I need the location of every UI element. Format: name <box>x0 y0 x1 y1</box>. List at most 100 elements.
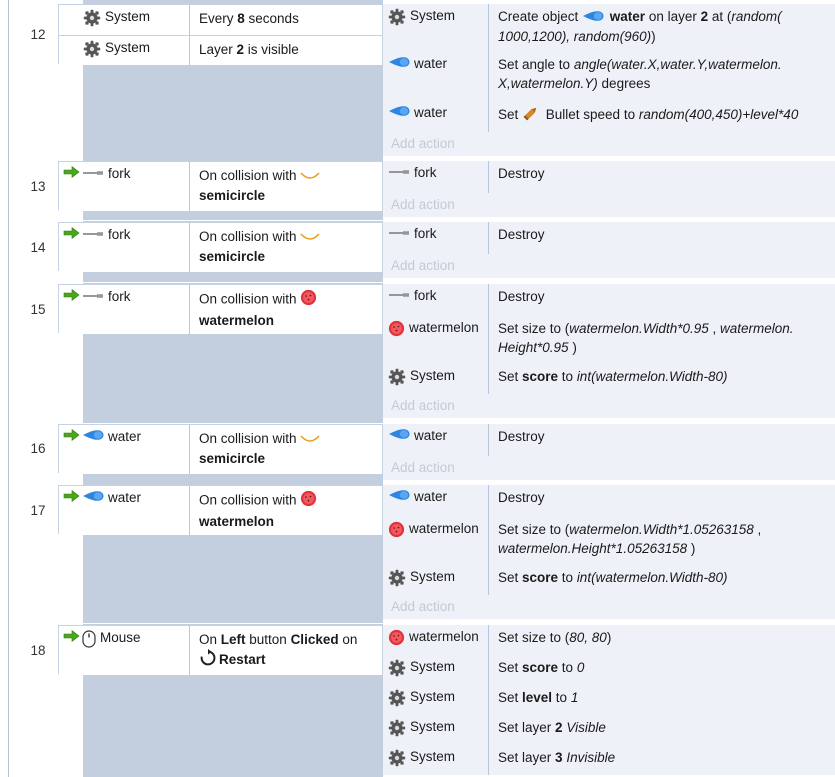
add-action-link[interactable]: Add action <box>383 394 835 418</box>
condition-row[interactable]: Mouse On Left button Clicked on Restart <box>59 626 382 675</box>
condition-row[interactable]: fork On collision with semicircle <box>59 223 382 272</box>
action-description[interactable]: Set Bullet speed to random(400,450)+leve… <box>489 101 835 132</box>
action-object[interactable]: System <box>383 715 489 745</box>
action-object[interactable]: System <box>383 364 489 394</box>
action-object[interactable]: System <box>383 745 489 775</box>
action-description[interactable]: Set size to (watermelon.Width*1.05263158… <box>489 517 835 565</box>
text: Set angle to <box>498 57 574 72</box>
action-object[interactable]: System <box>383 565 489 595</box>
text-line: Restart <box>199 649 382 672</box>
condition-description[interactable]: Every 8 seconds <box>190 5 382 35</box>
action-description[interactable]: Set angle to angle(water.X,water.Y,water… <box>489 52 835 101</box>
condition-description[interactable]: On collision with semicircle <box>190 425 382 474</box>
condition-object[interactable]: fork <box>59 223 190 272</box>
condition-row[interactable]: System Layer 2 is visible <box>59 35 382 65</box>
action-row[interactable]: System Set score to int(watermelon.Width-… <box>383 565 835 595</box>
condition-block[interactable]: fork On collision with semicircle <box>58 222 383 272</box>
condition-block[interactable]: fork On collision with watermelon <box>58 284 383 334</box>
action-row[interactable]: water Destroy <box>383 424 835 456</box>
action-description[interactable]: Create object water on layer 2 at (rando… <box>489 4 835 52</box>
condition-object[interactable]: System <box>59 36 190 65</box>
action-description[interactable]: Destroy <box>489 485 835 517</box>
condition-block[interactable]: Mouse On Left button Clicked on Restart <box>58 625 383 675</box>
condition-object[interactable]: water <box>59 486 190 535</box>
action-row[interactable]: water Set Bullet speed to random(400,450)… <box>383 101 835 132</box>
condition-row[interactable]: water On collision with semicircle <box>59 425 382 474</box>
action-row[interactable]: System Set level to 1 <box>383 685 835 715</box>
condition-object[interactable]: fork <box>59 162 190 211</box>
event-number[interactable]: 15 <box>20 302 56 317</box>
action-description[interactable]: Set size to (watermelon.Width*0.95 , wat… <box>489 316 835 364</box>
action-row[interactable]: fork Destroy <box>383 284 835 316</box>
action-description[interactable]: Destroy <box>489 161 835 193</box>
action-object[interactable]: fork <box>383 161 489 193</box>
event-number[interactable]: 16 <box>20 441 56 456</box>
event-number[interactable]: 13 <box>20 179 56 194</box>
water-drop-icon <box>582 8 604 27</box>
action-row[interactable]: watermelon Set size to (watermelon.Width*… <box>383 517 835 565</box>
action-object[interactable]: watermelon <box>383 625 489 655</box>
condition-description[interactable]: On Left button Clicked on Restart <box>190 626 382 675</box>
condition-description[interactable]: On collision with semicircle <box>190 162 382 211</box>
condition-block[interactable]: water On collision with semicircle <box>58 424 383 474</box>
action-row[interactable]: fork Destroy <box>383 161 835 193</box>
action-description[interactable]: Set level to 1 <box>489 685 835 715</box>
action-description[interactable]: Set score to int(watermelon.Width-80) <box>489 364 835 394</box>
action-row[interactable]: System Set score to int(watermelon.Width-… <box>383 364 835 394</box>
action-description[interactable]: Set layer 3 Invisible <box>489 745 835 775</box>
action-description[interactable]: Destroy <box>489 284 835 316</box>
add-action-link[interactable]: Add action <box>383 456 835 480</box>
condition-row[interactable]: fork On collision with watermelon <box>59 285 382 334</box>
condition-description[interactable]: On collision with watermelon <box>190 285 382 334</box>
action-row[interactable]: watermelon Set size to (80, 80) <box>383 625 835 655</box>
action-row[interactable]: System Set layer 3 Invisible <box>383 745 835 775</box>
action-description[interactable]: Set size to (80, 80) <box>489 625 835 655</box>
object-name: water <box>414 105 448 120</box>
event-number[interactable]: 18 <box>20 643 56 658</box>
condition-description[interactable]: On collision with watermelon <box>190 486 382 535</box>
action-row[interactable]: water Destroy <box>383 485 835 517</box>
condition-object[interactable]: System <box>59 5 190 35</box>
event-number[interactable]: 14 <box>20 240 56 255</box>
text: Set <box>498 570 523 585</box>
action-row[interactable]: watermelon Set size to (watermelon.Width*… <box>383 316 835 364</box>
condition-block[interactable]: fork On collision with semicircle <box>58 161 383 211</box>
action-object[interactable]: water <box>383 485 489 517</box>
action-object[interactable]: System <box>383 685 489 715</box>
condition-block[interactable]: System Every 8 seconds System Layer 2 is vi… <box>58 4 383 65</box>
action-row[interactable]: water Set angle to angle(water.X,water.Y,… <box>383 52 835 101</box>
add-action-link[interactable]: Add action <box>383 595 835 619</box>
action-row[interactable]: System Create object water on layer 2 at … <box>383 4 835 52</box>
action-object[interactable]: water <box>383 101 489 132</box>
condition-row[interactable]: water On collision with watermelon <box>59 486 382 535</box>
event-number[interactable]: 12 <box>20 27 56 42</box>
action-object[interactable]: fork <box>383 284 489 316</box>
condition-row[interactable]: fork On collision with semicircle <box>59 162 382 211</box>
event-number[interactable]: 17 <box>20 503 56 518</box>
action-object[interactable]: water <box>383 52 489 101</box>
action-description[interactable]: Set score to int(watermelon.Width-80) <box>489 565 835 595</box>
action-object[interactable]: System <box>383 4 489 52</box>
action-description[interactable]: Set layer 2 Visible <box>489 715 835 745</box>
action-row[interactable]: System Set layer 2 Visible <box>383 715 835 745</box>
action-description[interactable]: Destroy <box>489 424 835 456</box>
action-object[interactable]: fork <box>383 222 489 254</box>
condition-object[interactable]: water <box>59 425 190 474</box>
action-description[interactable]: Destroy <box>489 222 835 254</box>
add-action-link[interactable]: Add action <box>383 193 835 217</box>
action-object[interactable]: watermelon <box>383 316 489 364</box>
action-row[interactable]: System Set score to 0 <box>383 655 835 685</box>
action-object[interactable]: System <box>383 655 489 685</box>
condition-description[interactable]: Layer 2 is visible <box>190 36 382 65</box>
action-object[interactable]: water <box>383 424 489 456</box>
condition-object[interactable]: Mouse <box>59 626 190 675</box>
condition-block[interactable]: water On collision with watermelon <box>58 485 383 535</box>
action-description[interactable]: Set score to 0 <box>489 655 835 685</box>
condition-object[interactable]: fork <box>59 285 190 334</box>
action-object[interactable]: watermelon <box>383 517 489 565</box>
action-row[interactable]: fork Destroy <box>383 222 835 254</box>
add-action-link[interactable]: Add action <box>383 132 835 156</box>
condition-row[interactable]: System Every 8 seconds <box>59 5 382 35</box>
add-action-link[interactable]: Add action <box>383 254 835 278</box>
condition-description[interactable]: On collision with semicircle <box>190 223 382 272</box>
